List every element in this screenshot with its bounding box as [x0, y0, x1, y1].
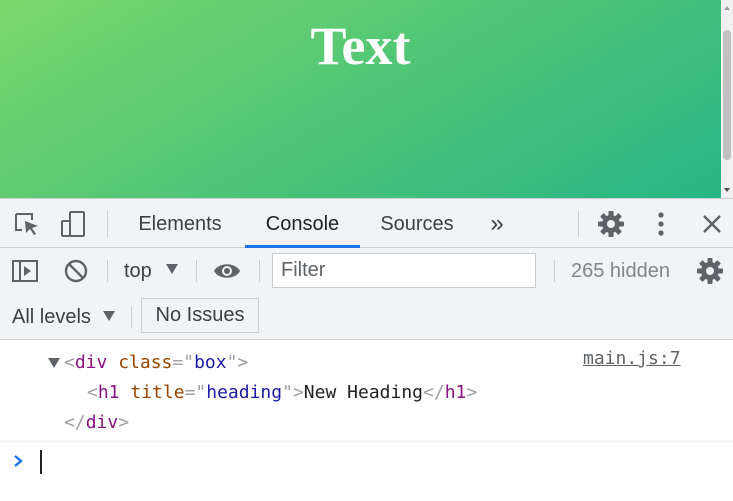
- close-icon[interactable]: [697, 209, 727, 239]
- source-link[interactable]: main.js:7: [583, 348, 681, 369]
- log-node-div-close[interactable]: </div>: [64, 410, 129, 436]
- log-node-div-open[interactable]: <div class="box">: [64, 350, 248, 376]
- toolbar-divider: [196, 260, 197, 282]
- inspect-element-icon[interactable]: [12, 209, 42, 239]
- console-output: <div class="box"> main.js:7 <h1 title="h…: [0, 340, 733, 501]
- scroll-down-arrow-icon[interactable]: [721, 184, 733, 196]
- vertical-scrollbar[interactable]: [721, 0, 733, 198]
- prompt-chevron-icon: [14, 455, 23, 467]
- sidebar-toggle-icon[interactable]: [10, 256, 40, 286]
- log-node-h1[interactable]: <h1 title="heading">New Heading</h1>: [87, 380, 477, 406]
- console-toolbar-secondary: All levels No Issues: [0, 294, 733, 340]
- toolbar-divider: [259, 260, 260, 282]
- clear-console-icon[interactable]: [61, 256, 91, 286]
- devtools-tab-bar: Elements Console Sources »: [0, 198, 733, 248]
- chevron-down-icon[interactable]: [102, 310, 116, 322]
- scroll-up-arrow-icon[interactable]: [721, 2, 733, 14]
- tab-elements[interactable]: Elements: [123, 199, 237, 248]
- console-settings-gear-icon[interactable]: [695, 256, 725, 286]
- text-caret: [40, 450, 42, 474]
- toolbar-divider: [107, 260, 108, 282]
- more-tabs-button[interactable]: »: [482, 199, 512, 248]
- chevron-down-icon[interactable]: [165, 263, 179, 275]
- tab-console[interactable]: Console: [245, 199, 360, 248]
- toolbar-divider: [554, 260, 555, 282]
- expand-triangle-icon[interactable]: [47, 357, 61, 369]
- settings-gear-icon[interactable]: [596, 209, 626, 239]
- filter-input[interactable]: [272, 253, 536, 288]
- hidden-messages-count: 265 hidden: [571, 260, 670, 282]
- eye-icon[interactable]: [212, 256, 242, 286]
- log-levels-dropdown[interactable]: All levels: [12, 302, 91, 332]
- console-prompt[interactable]: [0, 441, 733, 481]
- device-toolbar-icon[interactable]: [58, 209, 88, 239]
- toolbar-divider: [107, 211, 108, 237]
- console-toolbar: top 265 hidden: [0, 248, 733, 294]
- issues-button[interactable]: No Issues: [141, 298, 259, 333]
- context-selector[interactable]: top: [124, 256, 152, 286]
- page-viewport: Text: [0, 0, 733, 198]
- tab-sources[interactable]: Sources: [368, 199, 466, 248]
- page-heading: Text: [310, 16, 411, 76]
- green-box: Text: [0, 0, 721, 198]
- kebab-menu-icon[interactable]: [646, 209, 676, 239]
- toolbar-divider: [578, 211, 579, 237]
- toolbar-divider: [131, 306, 132, 328]
- scrollbar-thumb[interactable]: [723, 30, 731, 160]
